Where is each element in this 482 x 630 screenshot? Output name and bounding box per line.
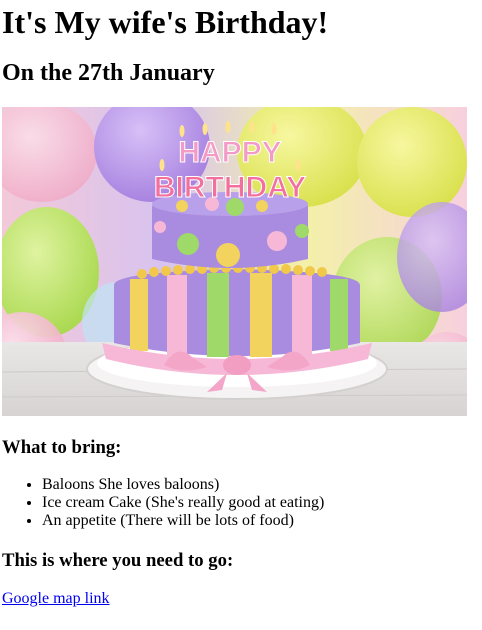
page-title: It's My wife's Birthday!	[2, 4, 329, 40]
cake-candle-text-top: HAPPY	[178, 136, 281, 169]
bring-list: Baloons She loves baloons) Ice cream Cak…	[0, 476, 324, 530]
directions-heading: This is where you need to go:	[2, 550, 234, 571]
list-item: An appetite (There will be lots of food)	[42, 512, 324, 530]
birthday-cake-photo: HAPPY BIRTHDAY	[2, 107, 467, 416]
page-subtitle: On the 27th January	[2, 60, 215, 86]
list-item: Baloons She loves baloons)	[42, 476, 324, 494]
google-map-link[interactable]: Google map link	[2, 590, 110, 608]
what-to-bring-heading: What to bring:	[2, 437, 122, 458]
list-item: Ice cream Cake (She's really good at eat…	[42, 494, 324, 512]
cake-candle-text-bottom: BIRTHDAY	[154, 171, 306, 204]
